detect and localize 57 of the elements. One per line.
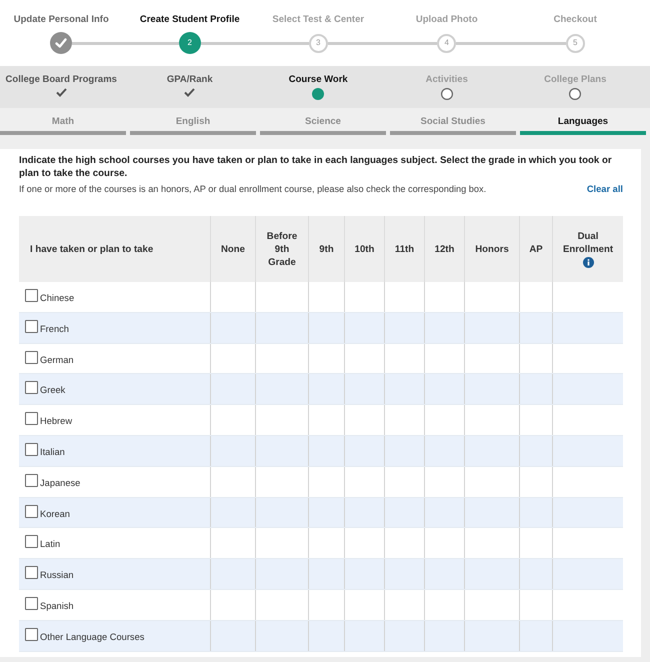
course-label: French — [40, 324, 69, 335]
column-header: Dual Enrollment — [562, 230, 614, 256]
step-number: 3 — [308, 34, 328, 52]
note-text: If one or more of the courses is an honors, AP or dual enrollment course, please also check the corresponding box. — [19, 183, 486, 195]
column-header: Before 9th Grade — [266, 230, 298, 268]
course-label: Italian — [40, 446, 65, 458]
step-label: Create Student Profile — [140, 14, 240, 26]
row-checkbox[interactable] — [25, 320, 38, 333]
course-label: German — [40, 354, 74, 366]
row-checkbox[interactable] — [25, 289, 38, 302]
info-icon[interactable] — [582, 257, 594, 268]
section-link[interactable]: Course Work — [288, 74, 348, 100]
step-number: 2 — [178, 32, 201, 54]
subject-tab[interactable]: Math — [0, 108, 126, 135]
row-checkbox[interactable] — [25, 535, 38, 548]
section-link[interactable]: GPA/Rank — [166, 74, 213, 100]
instruction-text: Indicate the high school courses you have taken or plan to take in each languages subject. Select the grade in which you took or plan to take the course. — [19, 154, 613, 180]
step-label: Update Personal Info — [14, 14, 109, 26]
course-label: Korean — [40, 508, 70, 520]
course-label: Other Language Courses — [40, 632, 144, 643]
subject-tab[interactable]: Social Studies — [390, 108, 516, 135]
subject-tab[interactable]: English — [130, 108, 256, 135]
column-header: None — [221, 242, 245, 256]
column-header: 12th — [434, 242, 454, 256]
step-label: Checkout — [554, 14, 597, 26]
row-checkbox[interactable] — [25, 381, 38, 394]
course-label: Russian — [40, 570, 74, 582]
row-checkbox[interactable] — [25, 474, 38, 487]
row-checkbox[interactable] — [25, 504, 38, 518]
course-label: Spanish — [40, 600, 74, 612]
course-label: Hebrew — [40, 416, 72, 428]
column-header: AP — [529, 242, 543, 256]
row-checkbox[interactable] — [25, 596, 38, 610]
section-link[interactable]: Activities — [426, 74, 468, 100]
step-label: Upload Photo — [416, 14, 478, 26]
column-header: 11th — [394, 242, 414, 256]
clear-all-link[interactable]: Clear all — [586, 184, 623, 194]
step-label: Select Test & Center — [272, 14, 364, 26]
course-label: Japanese — [40, 478, 80, 489]
row-checkbox[interactable] — [25, 350, 38, 364]
row-checkbox[interactable] — [25, 566, 38, 580]
subject-tab[interactable]: Languages — [520, 108, 646, 135]
column-header: 10th — [354, 242, 374, 256]
course-label: Greek — [40, 385, 66, 396]
section-link[interactable]: College Board Programs — [6, 74, 117, 100]
row-checkbox[interactable] — [25, 412, 38, 426]
column-header: I have taken or plan to take — [30, 242, 154, 256]
step-number: 4 — [437, 34, 456, 52]
subject-tab[interactable]: Science — [260, 108, 386, 135]
row-checkbox[interactable] — [25, 442, 38, 456]
column-header: Honors — [475, 242, 509, 256]
course-label: Chinese — [40, 293, 74, 304]
column-header: 9th — [319, 242, 334, 256]
step-number: 5 — [566, 34, 585, 52]
row-checkbox[interactable] — [25, 628, 38, 641]
course-label: Latin — [40, 539, 60, 550]
section-link[interactable]: College Plans — [544, 74, 606, 100]
